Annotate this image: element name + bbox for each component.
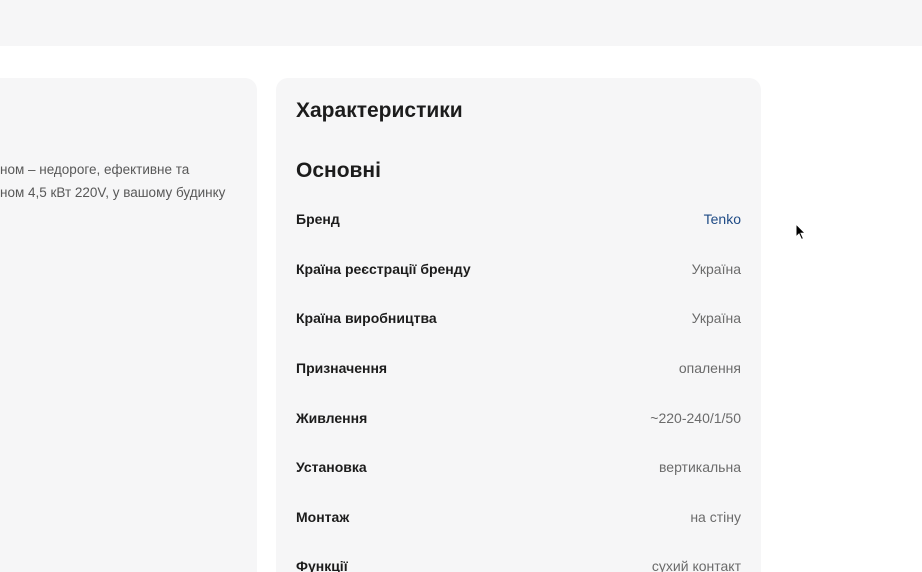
spec-value: Україна [691, 261, 741, 277]
spec-label: Функції [296, 558, 348, 572]
spec-value: Україна [691, 310, 741, 326]
spec-label: Живлення [296, 410, 368, 426]
section-title-main: Основні [296, 159, 381, 182]
description-text: ном – недороге, ефективне та ном 4,5 кВт… [0, 158, 257, 204]
spec-label: Бренд [296, 211, 340, 227]
spec-row-production-country: Країна виробництва Україна [296, 306, 741, 330]
description-line-1: ном – недороге, ефективне та [0, 162, 190, 177]
spec-value: опалення [678, 360, 741, 376]
spec-row-functions: Функції сухий контакт [296, 554, 741, 572]
spec-row-brand: Бренд Tenko [296, 207, 741, 231]
top-bar [0, 0, 922, 46]
brand-link[interactable]: Tenko [704, 211, 741, 227]
spec-value: сухий контакт [651, 558, 741, 572]
spec-label: Призначення [296, 360, 388, 376]
spec-value: вертикальна [659, 459, 741, 475]
spec-row-installation: Установка вертикальна [296, 455, 741, 479]
spec-value: ~220-240/1/50 [650, 410, 741, 426]
spec-value: на стіну [690, 509, 741, 525]
spec-label: Країна реєстрації бренду [296, 261, 471, 277]
description-line-2: ном 4,5 кВт 220V, у вашому будинку [0, 185, 226, 200]
spec-label: Країна виробництва [296, 310, 437, 326]
specifications-card: Характеристики Основні Бренд Tenko Країн… [276, 78, 761, 572]
spec-label: Монтаж [296, 509, 350, 525]
description-card: ном – недороге, ефективне та ном 4,5 кВт… [0, 78, 257, 572]
specifications-title: Характеристики [296, 99, 463, 122]
spec-row-purpose: Призначення опалення [296, 356, 741, 380]
spec-row-mounting: Монтаж на стіну [296, 505, 741, 529]
spec-label: Установка [296, 459, 367, 475]
spec-row-power: Живлення ~220-240/1/50 [296, 406, 741, 430]
mouse-pointer-icon [795, 223, 807, 241]
spec-row-brand-country: Країна реєстрації бренду Україна [296, 257, 741, 281]
